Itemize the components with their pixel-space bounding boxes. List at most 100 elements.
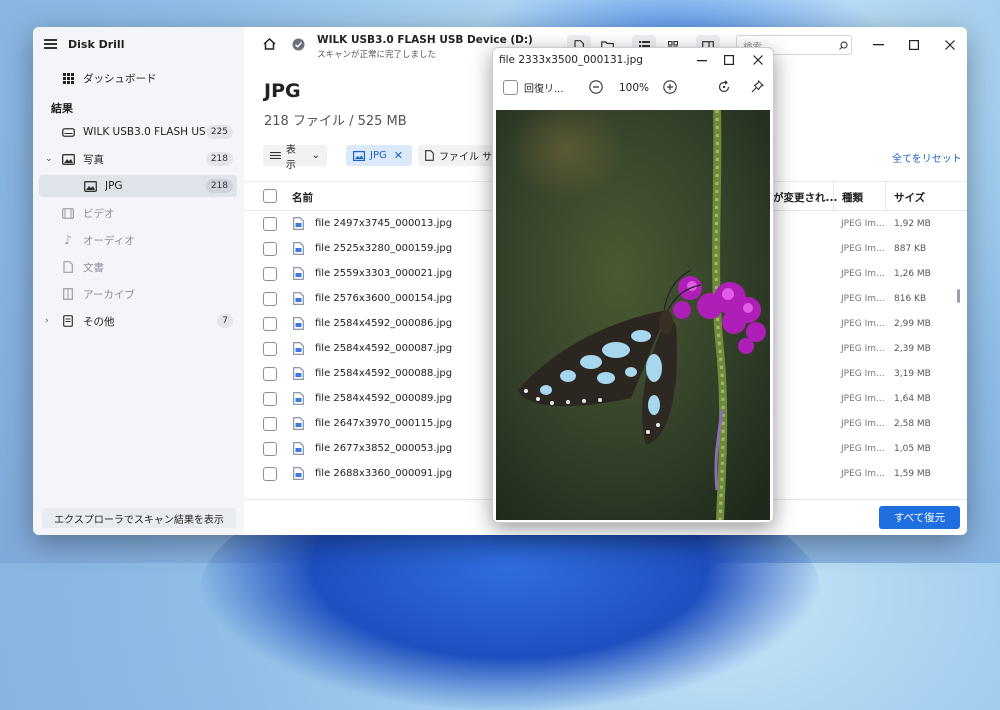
file-name: file 2677x3852_000053.jpg bbox=[315, 443, 453, 454]
close-icon[interactable]: ✕ bbox=[394, 149, 403, 162]
count-badge: 225 bbox=[205, 125, 233, 139]
image-icon bbox=[353, 150, 365, 161]
close-icon[interactable] bbox=[751, 53, 765, 67]
row-checkbox[interactable] bbox=[263, 392, 277, 406]
sidebar-item-label: ビデオ bbox=[83, 207, 115, 220]
file-type: JPEG Im... bbox=[841, 469, 885, 479]
archive-icon bbox=[61, 288, 75, 300]
file-type: JPEG Im... bbox=[841, 319, 885, 329]
jpg-file-icon bbox=[293, 342, 304, 358]
row-checkbox[interactable] bbox=[263, 317, 277, 331]
sidebar-item-photos[interactable]: ⌄ 写真 218 bbox=[39, 148, 237, 170]
file-name: file 2497x3745_000013.jpg bbox=[315, 218, 453, 229]
chevron-right-icon[interactable]: › bbox=[45, 316, 55, 326]
column-modified[interactable]: が変更され... bbox=[773, 190, 837, 205]
sidebar-item-drive[interactable]: WILK USB3.0 FLASH USB... 225 bbox=[39, 121, 237, 143]
column-size[interactable]: サイズ bbox=[894, 190, 925, 205]
sidebar-item-label: 文書 bbox=[83, 261, 104, 274]
file-type: JPEG Im... bbox=[841, 269, 885, 279]
sidebar-item-label: その他 bbox=[83, 315, 115, 328]
sidebar-item-jpg[interactable]: JPG 218 bbox=[39, 175, 237, 197]
zoom-level: 100% bbox=[619, 82, 650, 94]
row-checkbox[interactable] bbox=[263, 217, 277, 231]
minimize-icon[interactable] bbox=[695, 54, 709, 68]
sidebar-item-video[interactable]: ビデオ bbox=[39, 202, 237, 224]
row-checkbox[interactable] bbox=[263, 367, 277, 381]
file-size: 2,39 MB bbox=[894, 344, 931, 354]
jpg-file-icon bbox=[293, 442, 304, 458]
column-type[interactable]: 種類 bbox=[842, 190, 863, 205]
file-name: file 2559x3303_000021.jpg bbox=[315, 268, 453, 279]
app-title: Disk Drill bbox=[68, 38, 125, 51]
jpg-file-icon bbox=[293, 467, 304, 483]
count-badge: 7 bbox=[217, 314, 233, 328]
file-size: 1,59 MB bbox=[894, 469, 931, 479]
sidebar-item-documents[interactable]: 文書 bbox=[39, 256, 237, 278]
document-icon bbox=[61, 261, 75, 273]
maximize-icon[interactable] bbox=[907, 38, 921, 52]
column-name[interactable]: 名前 bbox=[292, 190, 313, 205]
file-name: file 2584x4592_000087.jpg bbox=[315, 343, 453, 354]
row-checkbox[interactable] bbox=[263, 267, 277, 281]
file-type: JPEG Im... bbox=[841, 344, 885, 354]
file-size: 1,64 MB bbox=[894, 394, 931, 404]
pin-icon[interactable] bbox=[751, 80, 764, 93]
jpg-file-icon bbox=[293, 417, 304, 433]
zoom-in-icon[interactable] bbox=[663, 80, 677, 94]
chevron-down-icon[interactable]: ⌄ bbox=[45, 154, 55, 164]
row-checkbox[interactable] bbox=[263, 342, 277, 356]
sidebar-item-audio[interactable]: ♪ オーディオ bbox=[39, 229, 237, 251]
file-name: file 2647x3970_000115.jpg bbox=[315, 418, 453, 429]
row-checkbox[interactable] bbox=[263, 242, 277, 256]
jpg-filter-chip[interactable]: JPG ✕ bbox=[346, 145, 412, 166]
file-size: 887 KB bbox=[894, 244, 927, 254]
file-name: file 2688x3360_000091.jpg bbox=[315, 468, 453, 479]
show-in-explorer-button[interactable]: エクスプローラでスキャン結果を表示 bbox=[42, 508, 236, 528]
sidebar-item-label: JPG bbox=[105, 180, 123, 192]
file-name: file 2525x3280_000159.jpg bbox=[315, 243, 453, 254]
select-all-checkbox[interactable] bbox=[263, 189, 277, 203]
document-icon bbox=[425, 150, 434, 161]
recover-all-button[interactable]: すべて復元 bbox=[879, 506, 960, 529]
file-size: 1,26 MB bbox=[894, 269, 931, 279]
column-divider bbox=[885, 181, 886, 211]
sidebar-item-dashboard[interactable]: ダッシュボード bbox=[39, 67, 237, 89]
preview-title: file 2333x3500_000131.jpg bbox=[499, 54, 643, 66]
preview-window: file 2333x3500_000131.jpg 回復リ... 100% bbox=[492, 47, 774, 523]
file-type: JPEG Im... bbox=[841, 444, 885, 454]
sidebar-item-label: 写真 bbox=[83, 153, 104, 166]
row-checkbox[interactable] bbox=[263, 292, 277, 306]
file-type: JPEG Im... bbox=[841, 369, 885, 379]
file-type: JPEG Im... bbox=[841, 294, 885, 304]
file-name: file 2584x4592_000088.jpg bbox=[315, 368, 453, 379]
rotate-icon[interactable] bbox=[717, 80, 731, 94]
view-filter-button[interactable]: 表示 ⌄ bbox=[263, 145, 327, 171]
zoom-out-icon[interactable] bbox=[589, 80, 603, 94]
sliders-icon bbox=[270, 151, 281, 160]
row-checkbox[interactable] bbox=[263, 467, 277, 481]
close-icon[interactable] bbox=[943, 38, 957, 52]
maximize-icon[interactable] bbox=[722, 53, 736, 67]
page-subtitle: 218 ファイル / 525 MB bbox=[264, 114, 407, 129]
scrollbar-thumb[interactable] bbox=[957, 289, 960, 303]
home-icon[interactable] bbox=[263, 37, 276, 53]
reset-all-link[interactable]: 全てをリセット bbox=[892, 150, 962, 165]
file-size: 1,92 MB bbox=[894, 219, 931, 229]
sidebar-item-other[interactable]: › その他 7 bbox=[39, 310, 237, 332]
jpg-file-icon bbox=[293, 392, 304, 408]
file-name: file 2584x4592_000086.jpg bbox=[315, 318, 453, 329]
sidebar-item-archives[interactable]: アーカイブ bbox=[39, 283, 237, 305]
file-type: JPEG Im... bbox=[841, 419, 885, 429]
count-badge: 218 bbox=[205, 179, 233, 193]
row-checkbox[interactable] bbox=[263, 417, 277, 431]
recover-checkbox-group[interactable]: 回復リ... bbox=[503, 80, 564, 95]
minimize-icon[interactable] bbox=[871, 38, 885, 52]
jpg-file-icon bbox=[293, 267, 304, 283]
hamburger-menu-icon[interactable] bbox=[44, 39, 57, 49]
jpg-file-icon bbox=[293, 217, 304, 233]
recover-checkbox[interactable] bbox=[503, 80, 518, 95]
results-section-label: 結果 bbox=[51, 102, 73, 115]
grid-icon bbox=[61, 72, 75, 84]
row-checkbox[interactable] bbox=[263, 442, 277, 456]
file-size: 2,58 MB bbox=[894, 419, 931, 429]
